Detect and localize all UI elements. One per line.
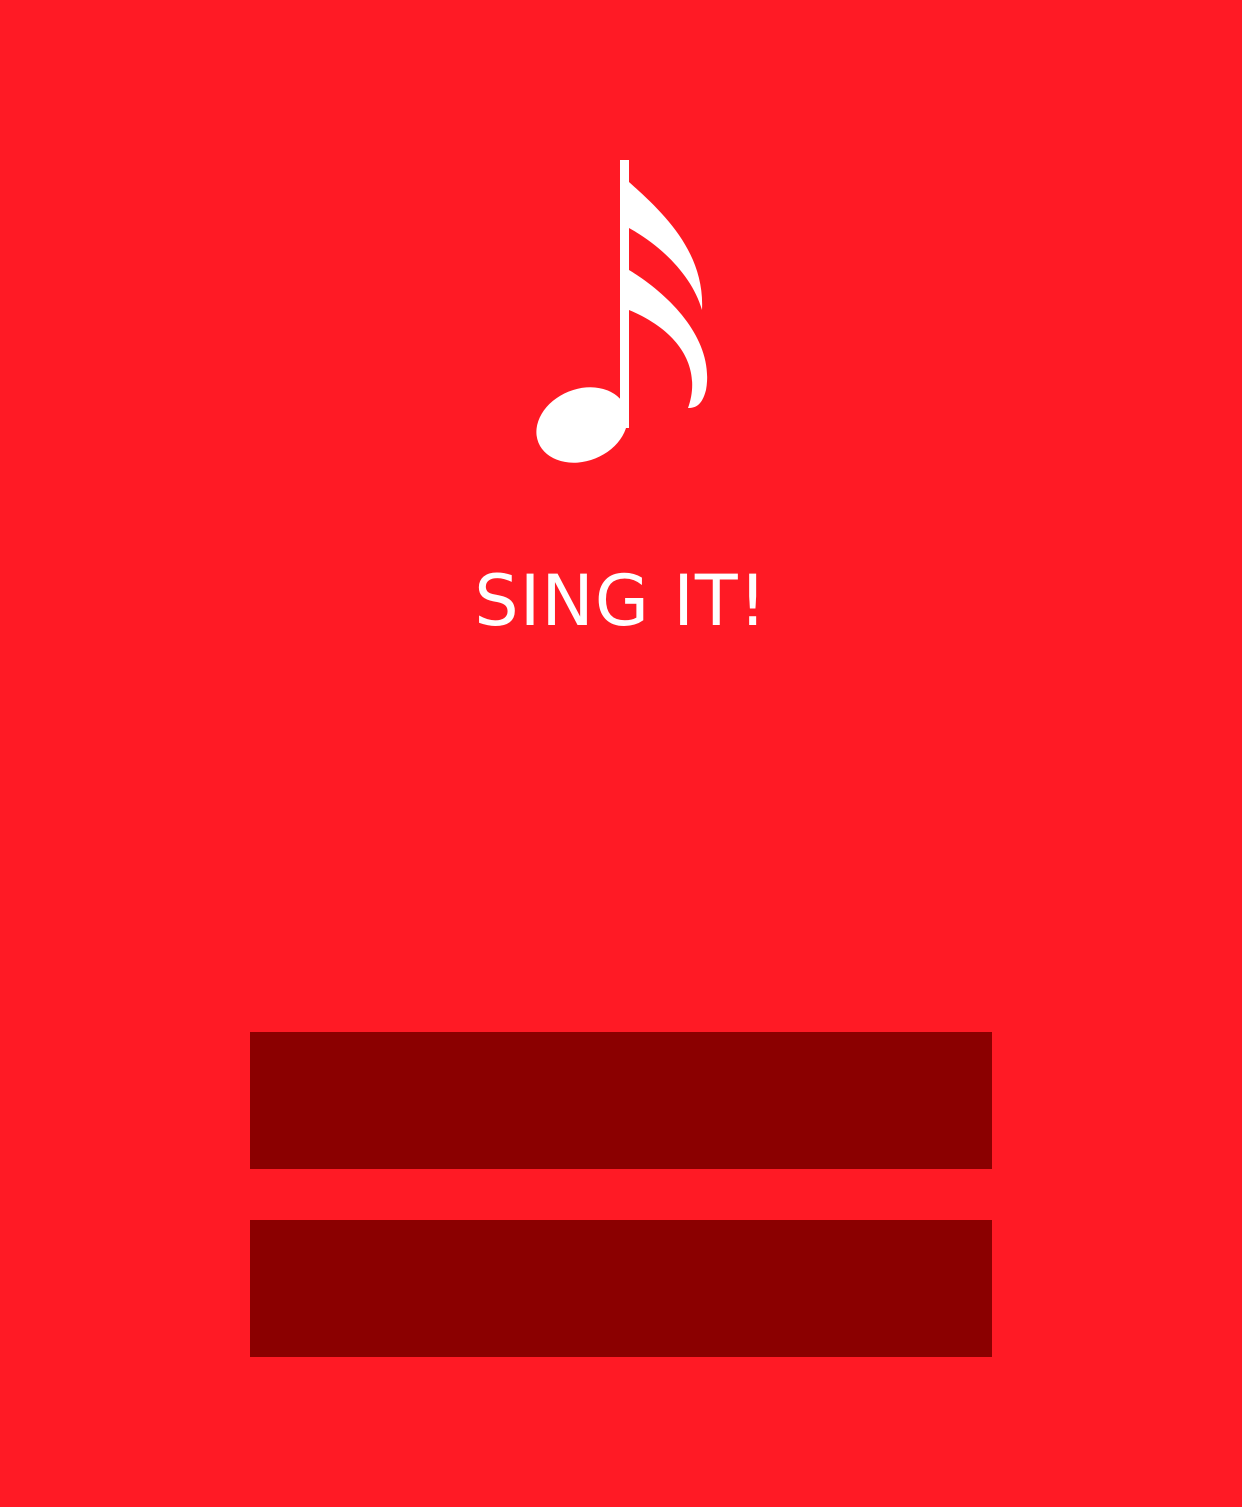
app-title: SING IT!	[474, 560, 768, 642]
music-note-icon	[536, 160, 708, 463]
primary-action-button[interactable]	[250, 1032, 992, 1169]
secondary-action-button[interactable]	[250, 1220, 992, 1357]
splash-screen: SING IT!	[0, 0, 1242, 1507]
